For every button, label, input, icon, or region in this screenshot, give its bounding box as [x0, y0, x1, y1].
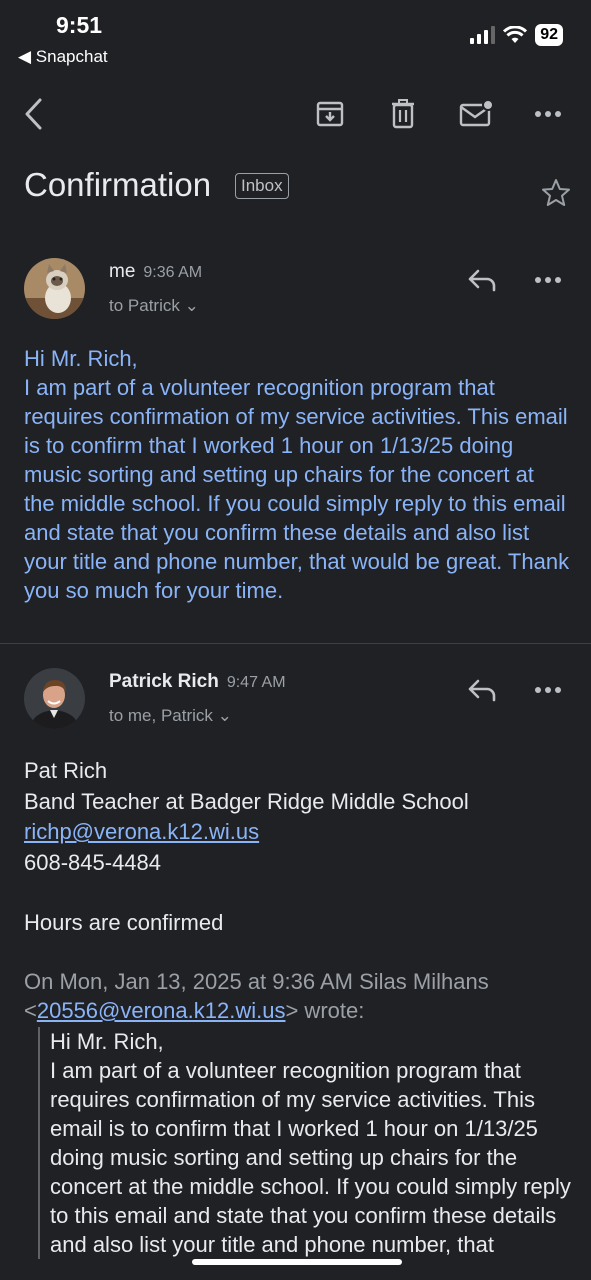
signature-title: Band Teacher at Badger Ridge Middle Scho…: [24, 788, 469, 814]
quote-email-link[interactable]: 20556@verona.k12.wi.us: [37, 998, 286, 1023]
back-to-app-link[interactable]: ◀ Snapchat: [18, 47, 108, 67]
reply-button[interactable]: [462, 264, 502, 296]
message-time: 9:36 AM: [143, 264, 203, 281]
quote-prefix: On Mon, Jan 13, 2025 at 9:36 AM Silas Mi…: [24, 969, 489, 994]
reply-button[interactable]: [462, 674, 502, 706]
status-bar: 9:51 ◀ Snapchat 92: [0, 0, 591, 72]
reply-icon: [468, 679, 496, 702]
reply-icon: [468, 269, 496, 292]
battery-indicator: 92: [535, 24, 563, 46]
avatar[interactable]: [24, 258, 85, 319]
delete-button[interactable]: [383, 92, 423, 136]
message-time: 9:47 AM: [226, 674, 286, 691]
avatar[interactable]: [24, 668, 85, 729]
sender-name: me 9:36 AM: [109, 261, 202, 283]
sender-name: Patrick Rich 9:47 AM: [109, 671, 286, 693]
back-button[interactable]: [14, 92, 54, 136]
subject-row: Confirmation Inbox: [24, 166, 571, 216]
status-time: 9:51: [56, 12, 103, 38]
recipients-toggle[interactable]: to Patrick ⌄: [109, 296, 199, 316]
inbox-label-chip[interactable]: Inbox: [235, 173, 289, 199]
archive-icon: [316, 101, 344, 127]
mail-unread-icon: [459, 99, 493, 127]
quoted-message: Hi Mr. Rich, I am part of a volunteer re…: [38, 1027, 574, 1259]
more-horizontal-icon: [535, 277, 561, 283]
quote-suffix: > wrote:: [285, 998, 365, 1023]
home-indicator[interactable]: [192, 1259, 402, 1265]
message-body: Hi Mr. Rich, I am part of a volunteer re…: [24, 346, 570, 603]
trash-icon: [392, 99, 414, 129]
message-more-button[interactable]: [528, 674, 568, 706]
mark-unread-button[interactable]: [456, 92, 496, 136]
message-more-button[interactable]: [528, 264, 568, 296]
chevron-left-icon: [25, 98, 42, 130]
message-divider: [0, 643, 591, 644]
signature-phone[interactable]: 608-845-4484: [24, 848, 574, 879]
star-button[interactable]: [541, 178, 571, 213]
reply-text: Hours are confirmed: [24, 910, 224, 935]
cat-avatar-image: [24, 258, 85, 319]
more-horizontal-icon: [535, 111, 561, 117]
cellular-signal-icon: [470, 26, 496, 44]
recipients-toggle[interactable]: to me, Patrick ⌄: [109, 706, 232, 726]
message-header[interactable]: me 9:36 AM to Patrick ⌄: [0, 258, 591, 328]
message-header[interactable]: Patrick Rich 9:47 AM to me, Patrick ⌄: [0, 668, 591, 738]
sender-label: me: [109, 261, 136, 282]
reply-body: Pat Rich Band Teacher at Badger Ridge Mi…: [24, 756, 574, 939]
person-avatar-image: [24, 668, 85, 729]
wifi-icon: [503, 26, 528, 43]
star-icon: [542, 179, 570, 206]
quote-lt: <: [24, 998, 37, 1023]
signature-email-link[interactable]: richp@verona.k12.wi.us: [24, 819, 259, 844]
status-indicators: 92: [470, 24, 563, 46]
more-horizontal-icon: [535, 687, 561, 693]
email-subject: Confirmation: [24, 166, 212, 203]
email-toolbar: [0, 92, 591, 136]
signature-name: Pat Rich: [24, 758, 108, 783]
more-options-button[interactable]: [528, 92, 568, 136]
archive-button[interactable]: [310, 92, 350, 136]
quote-attribution: On Mon, Jan 13, 2025 at 9:36 AM Silas Mi…: [24, 967, 574, 1025]
sender-label: Patrick Rich: [109, 671, 219, 692]
